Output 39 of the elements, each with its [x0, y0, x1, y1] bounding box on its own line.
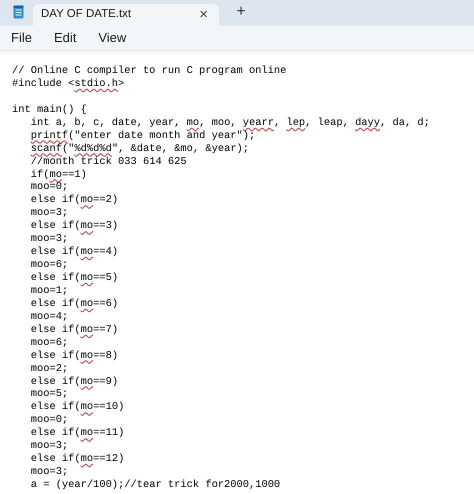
code-line: moo=0;	[30, 414, 68, 426]
code-line: moo=5;	[30, 388, 68, 400]
menu-item[interactable]: View	[92, 27, 132, 49]
file-tab[interactable]: DAY OF DATE.txt ×	[33, 4, 219, 26]
code-line: moo=4;	[30, 310, 68, 323]
code-line: scanf("%d%d%d", &date, &mo, &year);	[30, 142, 250, 155]
code-line: else if(mo==12)	[30, 453, 124, 466]
code-line: else if(mo==3)	[30, 220, 118, 232]
menu-item[interactable]: File	[5, 27, 38, 49]
code-line: moo=3;	[30, 207, 68, 220]
code-line: #include <stdio.h>	[12, 78, 124, 90]
code-line: moo=2;	[30, 362, 68, 375]
code-line: int a, b, c, date, year, mo, moo, yearr, lep, leap, dayy, da, d;	[30, 116, 430, 129]
code-line: moo=3;	[30, 440, 68, 452]
code-line: a = (year/100);//tear trick for2000,1000	[30, 479, 280, 491]
code-line: moo=1;	[30, 284, 68, 297]
menu-item[interactable]: Edit	[48, 27, 82, 49]
code-line: moo=6;	[30, 259, 68, 272]
notepad-icon	[13, 5, 24, 19]
code-line: else if(mo==5)	[30, 272, 118, 284]
code-line: else if(mo==6)	[30, 298, 118, 310]
code-line: moo=3;	[30, 466, 68, 478]
code-line: else if(mo==8)	[30, 350, 118, 362]
code-line: else if(mo==7)	[30, 324, 118, 336]
code-line: moo=3;	[30, 233, 68, 246]
code-line: else if(mo==4)	[30, 246, 118, 258]
code-line: printf("enter date month and year");	[30, 130, 256, 142]
code-line: if(mo==1)	[30, 168, 87, 180]
code-line: else if(mo==9)	[30, 376, 118, 388]
code-line: else if(mo==2)	[30, 194, 118, 206]
code-line: else if(mo==11)	[30, 427, 124, 440]
code-line: // Online C compiler to run C program online	[12, 65, 286, 77]
new-tab-button[interactable]: +	[227, 2, 255, 22]
code-line: moo=6;	[30, 336, 68, 349]
code-line: int main() {	[12, 104, 87, 116]
code-line: else if(mo==10)	[30, 401, 124, 414]
code-line: //month trick 033 614 625	[30, 156, 187, 168]
code-line: moo=0;	[30, 181, 68, 194]
tab-title: DAY OF DATE.txt	[41, 7, 132, 22]
